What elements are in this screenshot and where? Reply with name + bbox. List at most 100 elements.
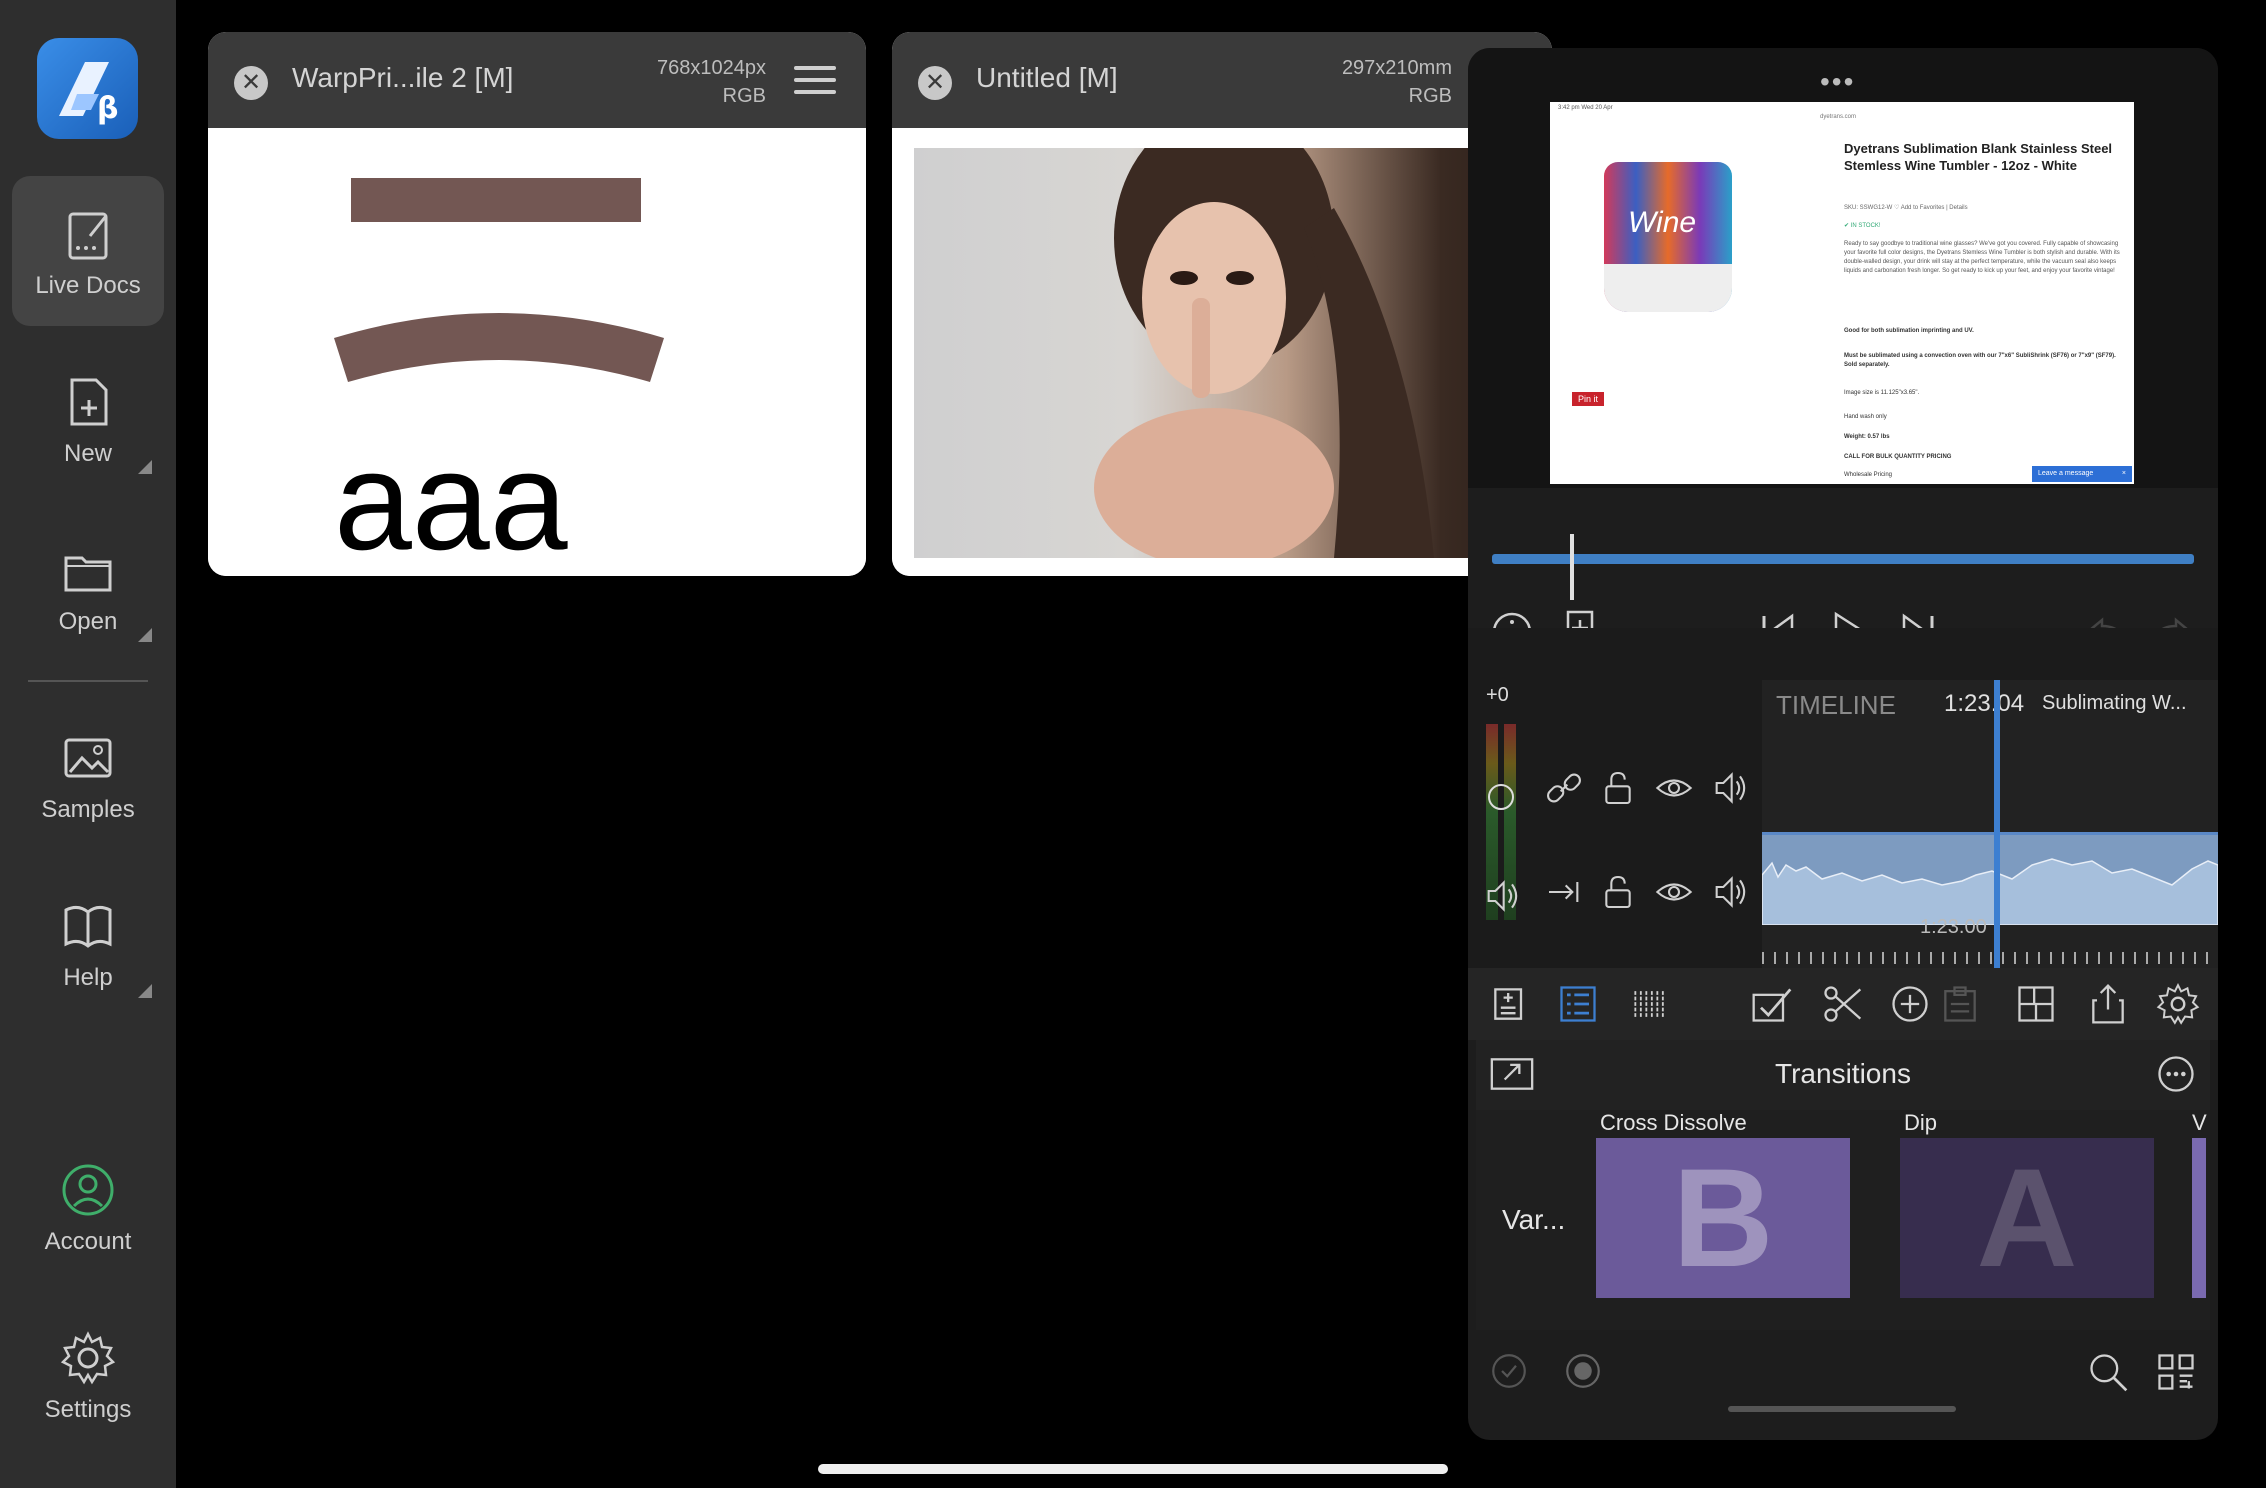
- sidebar-item-samples[interactable]: Samples: [12, 700, 164, 850]
- sidebar-item-label: Account: [44, 1228, 132, 1255]
- close-doc-button[interactable]: ✕: [918, 66, 952, 100]
- close-doc-button[interactable]: ✕: [234, 66, 268, 100]
- transitions-list: Var... Cross Dissolve B Dip A V: [1476, 1110, 2210, 1330]
- product-detail: Good for both sublimation imprinting and…: [1844, 328, 1974, 334]
- volume-knob[interactable]: [1488, 784, 1514, 810]
- transitions-footer: [1468, 1330, 2218, 1420]
- stock-status: ✔ IN STOCK!: [1844, 223, 1881, 229]
- speaker-icon[interactable]: [1710, 872, 1758, 920]
- speaker-icon[interactable]: [1710, 768, 1758, 816]
- timeline-label: TIMELINE: [1776, 690, 1896, 720]
- hamburger-menu-icon[interactable]: [794, 66, 836, 96]
- eye-icon[interactable]: [1654, 768, 1702, 816]
- sidebar-item-live-docs[interactable]: Live Docs: [12, 176, 164, 326]
- transition-item-cross-dissolve[interactable]: Cross Dissolve B: [1596, 1110, 1850, 1298]
- doc-header: ✕ WarpPri...ile 2 [M] 768x1024px RGB: [208, 32, 866, 128]
- grid-view-icon[interactable]: [1628, 982, 1676, 1030]
- transition-thumbnail: [2192, 1138, 2206, 1298]
- transition-category[interactable]: Var...: [1502, 1204, 1565, 1236]
- doc-color-mode: RGB: [1408, 85, 1452, 107]
- submenu-corner-icon: [138, 460, 152, 474]
- sidebar-divider: [28, 680, 148, 682]
- transitions-title: Transitions: [1775, 1058, 1911, 1089]
- audio-clip-waveform[interactable]: [1762, 832, 2218, 925]
- doc-canvas[interactable]: [892, 128, 1552, 576]
- product-detail: Hand wash only: [1844, 414, 1887, 420]
- qr-grid-icon[interactable]: [2154, 1350, 2202, 1398]
- playhead-scrubber[interactable]: [1468, 488, 2218, 600]
- transition-name: V: [2192, 1110, 2207, 1135]
- master-speaker-icon[interactable]: [1482, 876, 1530, 924]
- layout-icon[interactable]: [2014, 982, 2062, 1030]
- transition-thumbnail: A: [1900, 1138, 2154, 1298]
- panel-home-indicator: [1728, 1406, 1956, 1412]
- timeline-clip-name: Sublimating W...: [2042, 692, 2187, 714]
- new-doc-icon: [60, 374, 116, 430]
- home-indicator: [818, 1464, 1448, 1474]
- sidebar-item-new[interactable]: New: [12, 344, 164, 494]
- record-icon[interactable]: [1562, 1350, 1610, 1398]
- select-check-icon[interactable]: [1750, 982, 1798, 1030]
- list-view-icon[interactable]: [1556, 982, 1604, 1030]
- search-icon[interactable]: [2086, 1350, 2134, 1398]
- sidebar-item-account[interactable]: Account: [12, 1132, 164, 1282]
- timeline-tracks[interactable]: TIMELINE 1:23.04 Sublimating W... 1:23.0…: [1762, 680, 2218, 968]
- url-text: dyetrans.com: [1820, 114, 1857, 120]
- settings-gear-icon[interactable]: [2156, 982, 2204, 1030]
- add-circle-icon[interactable]: [1888, 982, 1936, 1030]
- more-options-icon[interactable]: [2154, 1052, 2202, 1100]
- app-logo-icon[interactable]: β: [37, 38, 138, 139]
- gear-icon: [60, 1330, 116, 1386]
- svg-text:β: β: [97, 91, 118, 126]
- help-book-icon: [60, 898, 116, 954]
- sidebar: β Live Docs New Open Samples Help Accoun…: [0, 0, 176, 1488]
- doc-card-warp[interactable]: ✕ WarpPri...ile 2 [M] 768x1024px RGB aaa: [208, 32, 866, 576]
- more-options-dots-icon[interactable]: •••: [1820, 66, 1855, 98]
- doc-dimensions: 297x210mm RGB: [1342, 54, 1452, 110]
- product-detail: Wholesale Pricing: [1844, 472, 1893, 478]
- sidebar-item-open[interactable]: Open: [12, 512, 164, 662]
- sidebar-item-help[interactable]: Help: [12, 868, 164, 1018]
- unlock-icon[interactable]: [1598, 768, 1646, 816]
- audio-level-readout: +0: [1486, 684, 1509, 706]
- clipboard-icon[interactable]: [1938, 982, 1986, 1030]
- pin-it-button: Pin it: [1572, 392, 1605, 406]
- canvas-text: aaa: [334, 422, 568, 576]
- doc-canvas[interactable]: aaa: [208, 128, 866, 576]
- check-circle-icon[interactable]: [1488, 1350, 1536, 1398]
- transition-name: Dip: [1904, 1110, 1938, 1135]
- status-bar-time: 3:42 pm Wed 20 Apr: [1558, 105, 1613, 111]
- submenu-corner-icon: [138, 628, 152, 642]
- share-icon[interactable]: [2086, 982, 2134, 1030]
- video-preview[interactable]: ••• 3:42 pm Wed 20 Apr dyetrans.com Wine…: [1468, 48, 2218, 488]
- transition-item-partial[interactable]: V: [2192, 1110, 2210, 1298]
- webpage-screenshot-frame: 3:42 pm Wed 20 Apr dyetrans.com Wine Pin…: [1550, 102, 2134, 484]
- arrow-to-end-icon[interactable]: [1544, 872, 1592, 920]
- product-title: Dyetrans Sublimation Blank Stainless Ste…: [1844, 141, 2113, 173]
- sidebar-item-label: Samples: [41, 796, 135, 823]
- chat-widget-label: Leave a message: [2038, 470, 2094, 477]
- timeline-area: +0 TIMELINE 1:23.04 Sublimating W... 1:2…: [1468, 628, 2218, 968]
- brown-rectangle-shape: [351, 178, 641, 222]
- tumbler-image: Wine: [1604, 162, 1732, 312]
- product-detail: Weight: 0.57 lbs: [1844, 434, 1890, 440]
- timeline-timecode: 1:23.04: [1944, 690, 2025, 717]
- chat-close-icon: ×: [2121, 470, 2126, 477]
- timeline-playhead[interactable]: [1994, 680, 2000, 968]
- doc-color-mode: RGB: [722, 85, 766, 107]
- add-track-icon[interactable]: [1488, 982, 1536, 1030]
- doc-card-untitled[interactable]: ✕ Untitled [M] 297x210mm RGB: [892, 32, 1552, 576]
- sidebar-item-settings[interactable]: Settings: [12, 1300, 164, 1450]
- unlock-icon[interactable]: [1598, 872, 1646, 920]
- link-icon[interactable]: [1544, 768, 1592, 816]
- doc-header: ✕ Untitled [M] 297x210mm RGB: [892, 32, 1552, 128]
- doc-size: 297x210mm: [1341, 57, 1452, 79]
- transition-thumbnail: B: [1596, 1138, 1850, 1298]
- product-detail: CALL FOR BULK QUANTITY PRICING: [1844, 454, 1952, 460]
- scissors-icon[interactable]: [1820, 982, 1868, 1030]
- transition-item-dip[interactable]: Dip A: [1900, 1110, 2154, 1298]
- eye-icon[interactable]: [1654, 872, 1702, 920]
- doc-size: 768x1024px: [657, 57, 766, 79]
- doc-title: WarpPri...ile 2 [M]: [292, 62, 514, 93]
- scrubber-track[interactable]: [1492, 554, 2194, 564]
